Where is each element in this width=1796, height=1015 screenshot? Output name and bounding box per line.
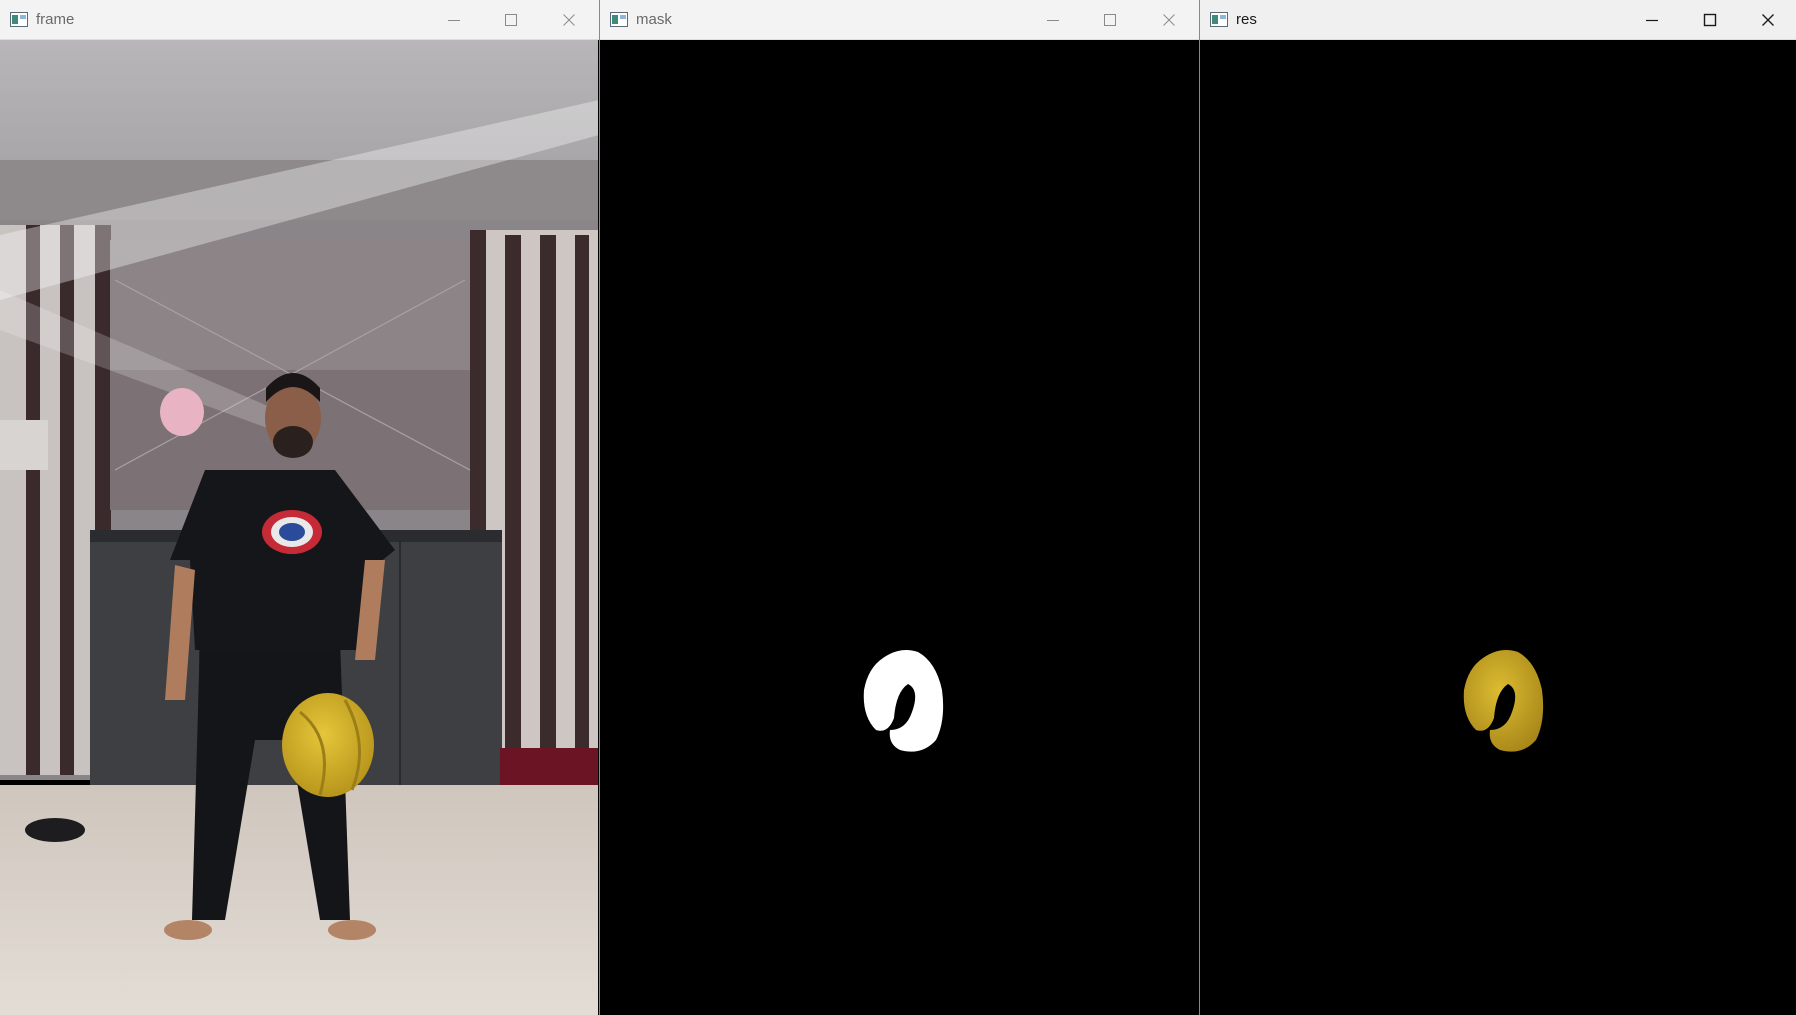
minimize-icon: [1047, 19, 1059, 21]
app-icon: [1210, 12, 1228, 27]
maximize-icon: [1104, 13, 1116, 26]
mask-window[interactable]: mask: [600, 0, 1200, 1015]
maximize-button[interactable]: [1682, 0, 1738, 39]
close-button[interactable]: [541, 0, 597, 39]
window-title: mask: [636, 11, 672, 28]
maximize-button[interactable]: [483, 0, 539, 39]
maximize-icon: [505, 13, 517, 26]
minimize-icon: [1646, 19, 1658, 21]
app-icon: [610, 12, 628, 27]
titlebar[interactable]: mask: [600, 0, 1199, 40]
result-canvas: [1200, 40, 1796, 1015]
minimize-button[interactable]: [1624, 0, 1680, 39]
maximize-icon: [1703, 13, 1717, 26]
close-button[interactable]: [1141, 0, 1197, 39]
maximize-button[interactable]: [1082, 0, 1138, 39]
close-icon: [563, 13, 575, 26]
minimize-icon: [448, 19, 460, 21]
window-title: frame: [36, 11, 75, 28]
window-title: res: [1236, 11, 1257, 28]
segmented-ball: [1463, 650, 1544, 752]
app-icon: [10, 12, 28, 27]
frame-window[interactable]: frame: [0, 0, 600, 1015]
res-window[interactable]: res: [1200, 0, 1796, 1015]
mask-blob: [863, 650, 944, 752]
close-icon: [1163, 13, 1175, 26]
minimize-button[interactable]: [1025, 0, 1081, 39]
titlebar[interactable]: res: [1200, 0, 1796, 40]
video-frame: [0, 40, 598, 1015]
close-button[interactable]: [1740, 0, 1796, 39]
camera-image: [0, 40, 598, 1015]
mask-canvas: [600, 40, 1198, 1015]
titlebar[interactable]: frame: [0, 0, 599, 40]
minimize-button[interactable]: [426, 0, 482, 39]
close-icon: [1762, 13, 1774, 26]
